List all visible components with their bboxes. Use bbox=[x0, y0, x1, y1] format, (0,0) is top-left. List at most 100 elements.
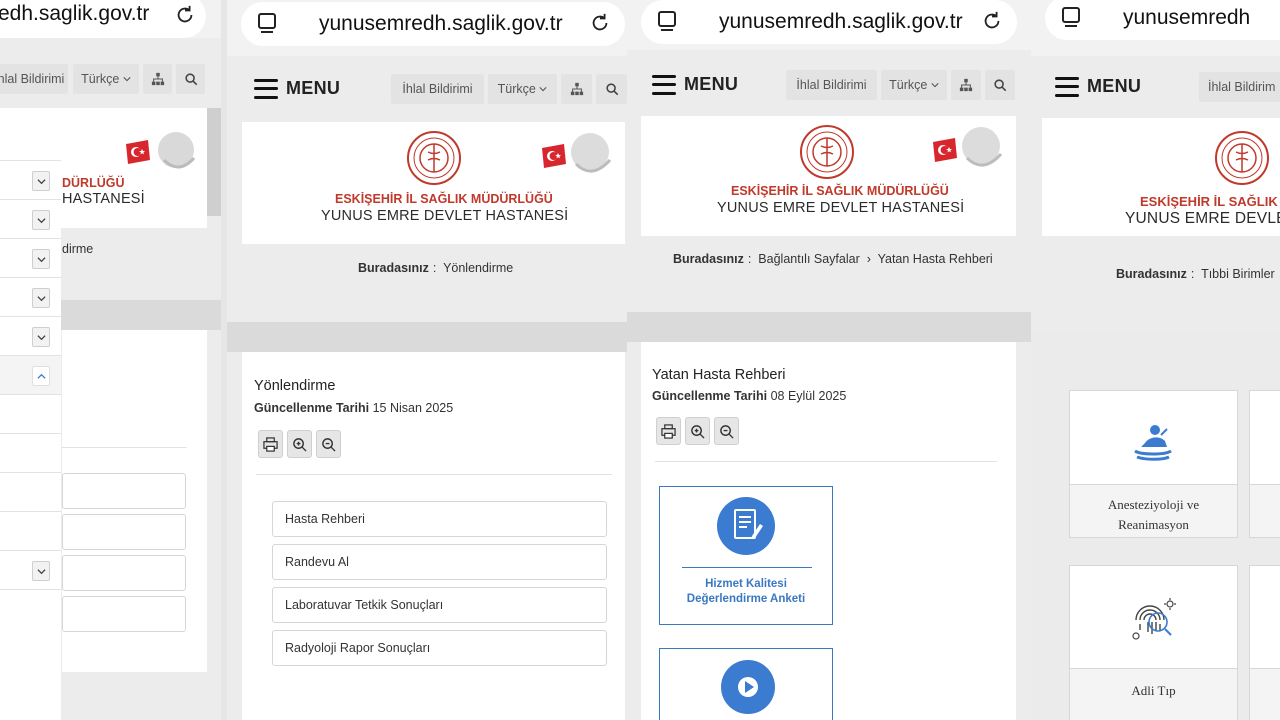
language-select[interactable]: Türkçe bbox=[488, 74, 557, 104]
scrollbar[interactable] bbox=[207, 108, 221, 216]
menu-item-expanded[interactable] bbox=[0, 356, 61, 395]
zoom-in-button[interactable] bbox=[685, 417, 710, 445]
language-label: Türkçe bbox=[497, 82, 536, 96]
search-button[interactable] bbox=[596, 74, 627, 104]
chevron-down-icon bbox=[36, 295, 46, 301]
org-name-line2: YUNUS EMRE DEVLET HASTANESİ bbox=[717, 200, 965, 216]
menu-item[interactable] bbox=[0, 395, 61, 434]
chevron-down-icon bbox=[36, 334, 46, 340]
updated-date: Güncellenme Tarihi 15 Nisan 2025 bbox=[254, 401, 453, 415]
expand-button[interactable] bbox=[32, 561, 50, 581]
print-button[interactable] bbox=[258, 430, 283, 458]
menu-item[interactable] bbox=[0, 551, 61, 590]
org-name-line1: ESKİŞEHİR İL SAĞLIK M bbox=[1140, 194, 1280, 209]
sitemap-button[interactable] bbox=[143, 64, 172, 94]
menu-item[interactable] bbox=[0, 473, 61, 512]
report-button-label: İhlal Bildirimi bbox=[796, 78, 867, 92]
org-name-line1: DÜRLÜĞÜ bbox=[62, 176, 125, 190]
unit-tile[interactable] bbox=[1249, 390, 1280, 538]
link-hasta-rehberi[interactable]: Hasta Rehberi bbox=[272, 501, 607, 537]
breadcrumb-item[interactable]: Bağlantılı Sayfalar bbox=[758, 252, 859, 266]
org-name-line2: HASTANESİ bbox=[62, 191, 145, 207]
link-randevu-al[interactable]: Randevu Al bbox=[272, 544, 607, 580]
menu-item[interactable] bbox=[0, 278, 61, 317]
play-icon bbox=[721, 660, 775, 714]
search-icon bbox=[605, 83, 618, 96]
url-text: yunusemredh bbox=[1123, 6, 1251, 29]
unit-label-line1: Adli Tıp bbox=[1131, 683, 1176, 698]
collapse-button[interactable] bbox=[32, 366, 50, 386]
menu-item[interactable] bbox=[0, 434, 61, 473]
breadcrumb-item[interactable]: Yönlendirme bbox=[443, 261, 513, 275]
updated-value: 15 Nisan 2025 bbox=[372, 401, 454, 415]
zoom-out-button[interactable] bbox=[714, 417, 739, 445]
expand-button[interactable] bbox=[32, 210, 50, 230]
unit-tile-forensic[interactable]: Adli Tıp bbox=[1069, 565, 1238, 720]
address-bar[interactable]: edh.saglik.gov.tr bbox=[0, 0, 206, 38]
link-item[interactable] bbox=[62, 514, 186, 550]
turkish-flag-ataturk-logo bbox=[126, 132, 196, 169]
link-item[interactable] bbox=[62, 596, 186, 632]
report-button[interactable]: hlal Bildirimi bbox=[0, 64, 68, 94]
video-banner[interactable] bbox=[659, 648, 833, 720]
link-laboratuvar-sonuclari[interactable]: Laboratuvar Tetkik Sonuçları bbox=[272, 587, 607, 623]
breadcrumb-label: Buradasınız bbox=[1116, 267, 1187, 281]
zoom-in-icon bbox=[691, 424, 705, 439]
unit-tile-anesthesia[interactable]: Anesteziyoloji ve Reanimasyon bbox=[1069, 390, 1238, 538]
link-radyoloji-sonuclari[interactable]: Radyoloji Rapor Sonuçları bbox=[272, 630, 607, 666]
expand-button[interactable] bbox=[32, 171, 50, 191]
divider bbox=[655, 461, 997, 462]
forensic-fingerprint-icon bbox=[1132, 598, 1176, 640]
address-bar[interactable]: yunusemredh bbox=[1045, 0, 1280, 40]
menu-item[interactable] bbox=[0, 317, 61, 356]
expand-button[interactable] bbox=[32, 327, 50, 347]
unit-tile[interactable] bbox=[1249, 565, 1280, 720]
survey-document-icon bbox=[717, 497, 775, 555]
report-button[interactable]: İhlal Bildirim bbox=[1199, 72, 1280, 102]
language-select[interactable]: Türkçe bbox=[73, 64, 139, 94]
screenshot-panel-2: yunusemredh.saglik.gov.tr MENU İhlal Bil… bbox=[227, 0, 627, 720]
tabs-icon[interactable] bbox=[257, 12, 279, 36]
menu-item[interactable] bbox=[0, 512, 61, 551]
menu-button[interactable]: MENU bbox=[1055, 76, 1141, 97]
report-button[interactable]: İhlal Bildirimi bbox=[391, 74, 484, 104]
language-select[interactable]: Türkçe bbox=[881, 70, 947, 100]
search-button[interactable] bbox=[176, 64, 205, 94]
sitemap-button[interactable] bbox=[951, 70, 981, 100]
tabs-icon[interactable] bbox=[1061, 6, 1083, 30]
screenshot-panel-3: yunusemredh.saglik.gov.tr MENU İhlal Bil… bbox=[627, 0, 1031, 720]
print-icon bbox=[661, 423, 676, 439]
zoom-out-icon bbox=[322, 437, 336, 452]
reload-icon[interactable] bbox=[589, 12, 611, 34]
tabs-icon[interactable] bbox=[657, 10, 679, 34]
banner-title-line1: Hizmet Kalitesi bbox=[705, 578, 787, 590]
zoom-in-button[interactable] bbox=[287, 430, 312, 458]
menu-button[interactable]: MENU bbox=[254, 78, 340, 99]
menu-button[interactable]: MENU bbox=[652, 74, 738, 95]
zoom-out-button[interactable] bbox=[316, 430, 341, 458]
menu-item[interactable] bbox=[0, 200, 61, 239]
reload-icon[interactable] bbox=[981, 10, 1003, 32]
banner-divider bbox=[682, 567, 812, 568]
breadcrumb: Buradasınız: Yönlendirme bbox=[358, 261, 514, 275]
address-bar[interactable]: yunusemredh.saglik.gov.tr bbox=[641, 0, 1017, 44]
search-button[interactable] bbox=[985, 70, 1015, 100]
menu-item[interactable] bbox=[0, 590, 61, 629]
menu-item[interactable] bbox=[0, 122, 61, 161]
reload-icon[interactable] bbox=[174, 4, 196, 26]
expand-button[interactable] bbox=[32, 288, 50, 308]
expand-button[interactable] bbox=[32, 249, 50, 269]
sitemap-button[interactable] bbox=[561, 74, 592, 104]
survey-banner[interactable]: Hizmet Kalitesi Değerlendirme Anketi bbox=[659, 486, 833, 625]
chevron-down-icon bbox=[36, 178, 46, 184]
menu-item[interactable] bbox=[0, 239, 61, 278]
report-button-label: hlal Bildirimi bbox=[0, 72, 65, 86]
report-button[interactable]: İhlal Bildirimi bbox=[786, 70, 877, 100]
link-item[interactable] bbox=[62, 473, 186, 509]
hamburger-icon bbox=[254, 78, 278, 99]
sitemap-icon bbox=[959, 78, 973, 92]
menu-item[interactable] bbox=[0, 161, 61, 200]
address-bar[interactable]: yunusemredh.saglik.gov.tr bbox=[241, 2, 625, 46]
print-button[interactable] bbox=[656, 417, 681, 445]
link-item[interactable] bbox=[62, 555, 186, 591]
